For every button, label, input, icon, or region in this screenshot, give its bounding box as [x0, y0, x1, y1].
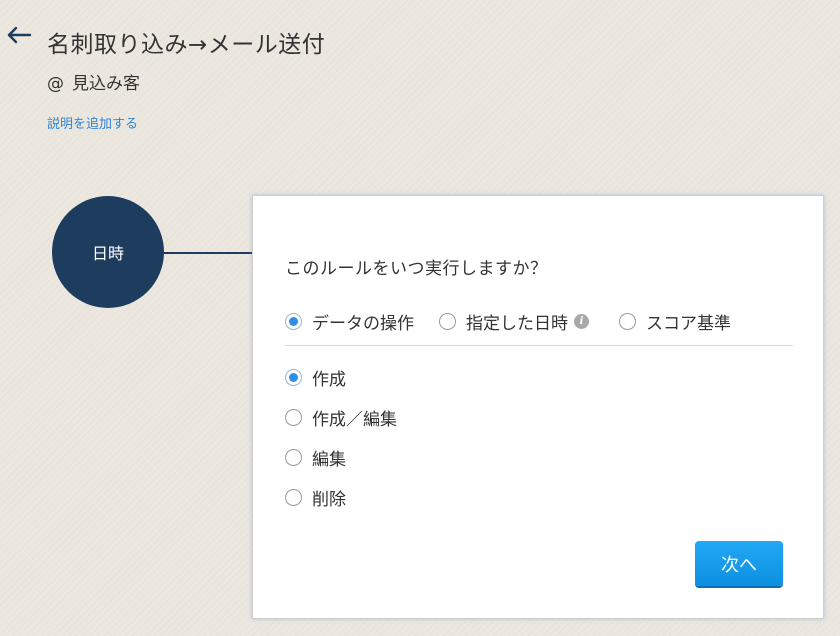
- action-option-create[interactable]: 作成: [285, 365, 397, 390]
- rule-trigger-panel: このルールをいつ実行しますか？ データの操作 指定した日時 i スコア基準 作成…: [252, 195, 824, 619]
- action-option-label: 削除: [312, 489, 346, 510]
- panel-question: このルールをいつ実行しますか？: [285, 259, 548, 279]
- trigger-type-group: データの操作 指定した日時 i スコア基準: [285, 309, 793, 334]
- at-symbol: @: [47, 74, 64, 94]
- page-title: 名刺取り込み→メール送付: [47, 32, 326, 58]
- trigger-node[interactable]: 日時: [52, 196, 164, 308]
- action-option-edit[interactable]: 編集: [285, 445, 397, 470]
- trigger-node-label: 日時: [91, 244, 124, 263]
- object-subtitle: @ 見込み客: [47, 69, 140, 94]
- trigger-option-label: スコア基準: [646, 313, 731, 334]
- radio-button[interactable]: [285, 408, 302, 426]
- trigger-option-specified-datetime[interactable]: 指定した日時 i: [439, 309, 589, 334]
- node-connector: [164, 252, 252, 254]
- data-action-group: 作成 作成／編集 編集 削除: [285, 365, 397, 525]
- info-icon[interactable]: i: [574, 313, 589, 329]
- radio-button-selected[interactable]: [285, 312, 302, 330]
- radio-button[interactable]: [439, 312, 456, 330]
- radio-button-selected[interactable]: [285, 368, 302, 386]
- action-option-label: 作成: [312, 369, 346, 390]
- add-description-link[interactable]: 説明を追加する: [47, 113, 138, 132]
- trigger-option-data-operation[interactable]: データの操作: [285, 309, 414, 334]
- divider: [285, 345, 793, 346]
- next-button[interactable]: 次へ: [695, 541, 783, 586]
- radio-button[interactable]: [619, 312, 636, 330]
- trigger-option-score[interactable]: スコア基準: [619, 309, 731, 334]
- action-option-delete[interactable]: 削除: [285, 485, 397, 510]
- radio-button[interactable]: [285, 488, 302, 506]
- action-option-create-or-edit[interactable]: 作成／編集: [285, 405, 397, 430]
- radio-button[interactable]: [285, 448, 302, 466]
- action-option-label: 作成／編集: [312, 409, 397, 430]
- action-option-label: 編集: [312, 449, 346, 470]
- trigger-option-label: 指定した日時: [466, 313, 568, 334]
- back-arrow-icon[interactable]: [6, 24, 32, 50]
- trigger-option-label: データの操作: [312, 313, 414, 334]
- object-name: 見込み客: [72, 74, 140, 94]
